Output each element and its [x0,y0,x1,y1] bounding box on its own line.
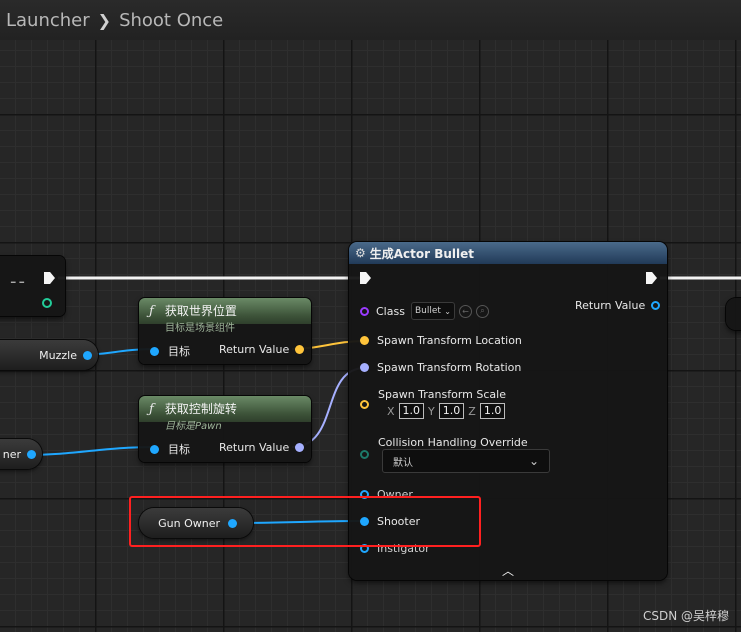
spawn-node-header: ⚙ 生成Actor Bullet [349,242,667,264]
collapse-advanced-icon[interactable]: ︿ [502,562,514,579]
spawn-rotation-pin[interactable] [360,363,369,372]
owner-label: ner [2,447,21,461]
scale-z-input[interactable]: 1.0 [479,403,506,419]
class-dropdown[interactable]: Bullet ⌄ [410,302,455,320]
scale-x-label: X [387,404,395,418]
node-subtitle: 目标是Pawn [165,421,222,432]
spawn-location-pin[interactable] [360,336,369,345]
collision-value: 默认 [393,457,413,469]
return-output-pin[interactable] [295,345,305,354]
muzzle-output-pin[interactable] [83,350,92,360]
scale-z-label: Z [468,404,476,418]
spawn-rotation-pin-row[interactable]: Spawn Transform Rotation [360,361,521,374]
next-node-partial[interactable] [726,298,741,330]
spawn-location-label: Spawn Transform Location [377,334,522,347]
node-subtitle: 目标是场景组件 [165,323,235,334]
exec-out-pin[interactable] [44,272,55,284]
spawn-actor-icon: ⚙ [355,246,366,260]
class-input-pin[interactable] [360,306,369,316]
target-label: 目标 [168,345,190,358]
target-input-pin[interactable] [150,346,159,356]
return-pin-row[interactable]: Return Value [575,299,661,312]
class-pin-row[interactable]: Class Bullet ⌄ ← ⌕ [360,302,489,320]
return-pin-row[interactable]: Return Value [219,343,305,356]
muzzle-variable-node[interactable]: Muzzle [0,340,98,370]
return-label: Return Value [575,299,646,312]
class-label: Class [376,304,405,318]
scale-y-label: Y [428,404,435,418]
collision-pin[interactable] [360,450,369,459]
function-icon: ƒ [149,304,154,319]
node-title: 获取世界位置 [164,304,237,318]
target-pin-row[interactable]: 目标 [150,441,190,457]
return-output-pin[interactable] [295,443,305,452]
collision-label-row: Collision Handling Override [378,436,528,449]
chevron-down-icon: ⌄ [444,306,451,316]
exec-then-pin[interactable] [646,272,657,284]
chevron-down-icon: ⌄ [528,454,539,468]
node-title: 获取控制旋转 [164,402,237,416]
collision-label: Collision Handling Override [378,436,528,449]
target-pin-row[interactable]: 目标 [150,343,190,359]
collision-dropdown[interactable]: 默认 ⌄ [382,449,550,473]
left-event-node[interactable]: -- [0,256,65,316]
scale-x-input[interactable]: 1.0 [398,403,425,419]
spawn-location-pin-row[interactable]: Spawn Transform Location [360,334,522,347]
target-label: 目标 [168,443,190,456]
get-control-rotation-node[interactable]: ƒ 获取控制旋转 目标是Pawn 目标 Return Value [139,396,311,462]
scale-vector-fields: X 1.0 Y 1.0 Z 1.0 [387,403,506,419]
left-node-label: -- [10,271,27,292]
owner-variable-node[interactable]: ner [0,439,42,469]
function-icon: ƒ [149,402,154,417]
watermark: CSDN @吴梓穆 [642,609,729,623]
spawn-node-title: 生成Actor Bullet [369,246,475,261]
use-selected-icon[interactable]: ← [458,304,472,318]
spawn-scale-label-row: Spawn Transform Scale [378,388,506,401]
muzzle-label: Muzzle [39,348,77,362]
highlight-box [129,496,481,547]
spawn-rotation-label: Spawn Transform Rotation [377,361,522,374]
spawn-scale-pin[interactable] [360,400,369,409]
class-value: Bullet [414,306,441,316]
target-input-pin[interactable] [150,444,159,454]
spawn-scale-label: Spawn Transform Scale [378,388,506,401]
node-header: ƒ 获取世界位置 目标是场景组件 [139,298,311,334]
return-label: Return Value [219,343,290,356]
browse-icon[interactable]: ⌕ [475,304,489,318]
scale-y-input[interactable]: 1.0 [438,403,465,419]
return-pin-row[interactable]: Return Value [219,441,305,454]
node-header: ƒ 获取控制旋转 目标是Pawn [139,396,311,432]
return-output-pin[interactable] [651,301,661,310]
return-label: Return Value [219,441,290,454]
left-node-output-pin[interactable] [42,298,52,308]
exec-in-pin[interactable] [360,272,371,284]
get-world-location-node[interactable]: ƒ 获取世界位置 目标是场景组件 目标 Return Value [139,298,311,364]
owner-output-pin[interactable] [27,449,36,459]
